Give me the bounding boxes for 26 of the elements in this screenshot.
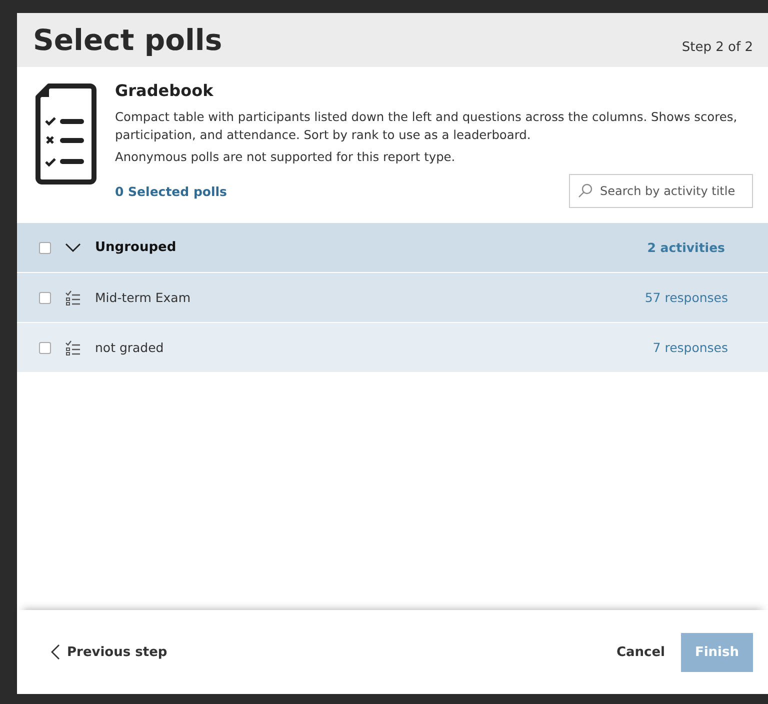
checkbox[interactable] (39, 242, 51, 254)
checkbox[interactable] (39, 342, 51, 354)
chevron-icon[interactable] (65, 242, 81, 252)
activity-count: 2 activities (647, 240, 725, 255)
previous-step-button[interactable]: Previous step (51, 644, 168, 660)
poll-title: Mid-term Exam (95, 290, 192, 305)
checklist-icon (65, 340, 81, 356)
cancel-button[interactable]: Cancel (616, 644, 665, 660)
poll-row[interactable]: not graded 7 responses (17, 323, 768, 373)
step-indicator: Step 2 of 2 (682, 40, 753, 54)
group-name: Ungrouped (95, 240, 178, 255)
checkbox[interactable] (39, 292, 51, 304)
selected-polls-count: 0 Selected polls (115, 184, 227, 198)
poll-title: not graded (95, 340, 165, 355)
report-description: Compact table with participants listed down the left and questions across the columns. Shows scores, participation, and attendance. Sort by rank to use as a leaderboard. (115, 109, 738, 144)
response-count: 7 responses (652, 340, 728, 355)
chevron-left-icon (51, 644, 60, 660)
search-field[interactable]: Search by activity title (569, 174, 753, 208)
checklist-document-icon (35, 83, 97, 185)
group-row[interactable]: Ungrouped 2 activities (17, 223, 768, 273)
dialog-title: Select polls (33, 23, 222, 57)
poll-row[interactable]: Mid-term Exam 57 responses (17, 273, 768, 323)
report-title: Gradebook (115, 81, 214, 100)
response-count: 57 responses (644, 290, 728, 305)
report-note: Anonymous polls are not supported for this report type. (115, 150, 456, 164)
checklist-icon (65, 290, 81, 306)
